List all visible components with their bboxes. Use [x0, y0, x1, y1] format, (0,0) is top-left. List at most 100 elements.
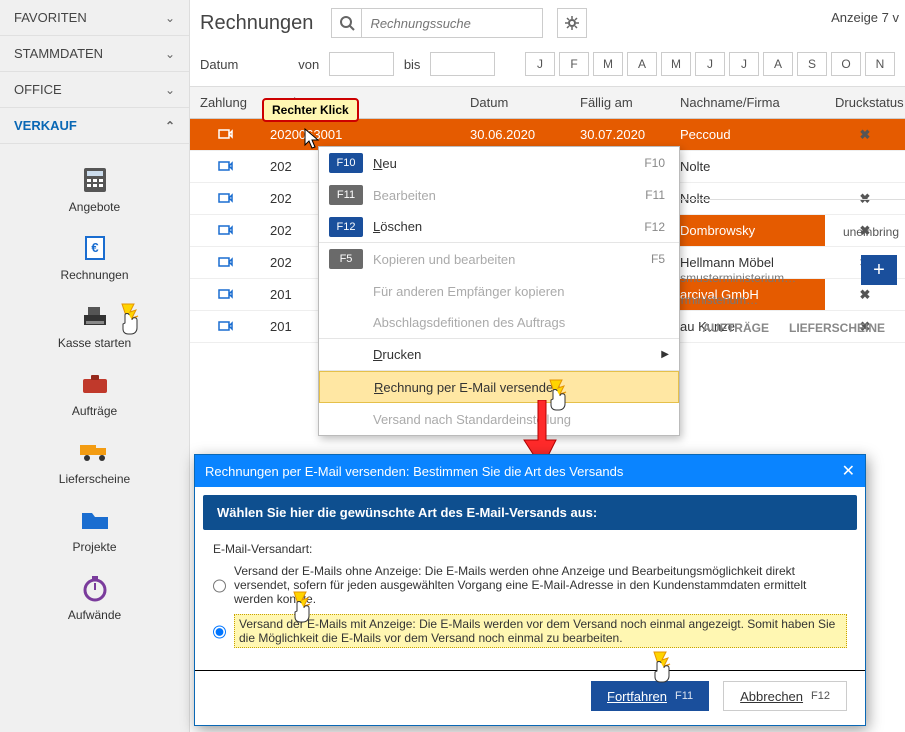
context-menu: F10NeuF10F11BearbeitenF11F12LöschenF12F5… [318, 146, 680, 436]
chevron-down-icon: ⌄ [165, 83, 175, 97]
nav-stammdaten[interactable]: STAMMDATEN ⌄ [0, 36, 189, 72]
close-icon[interactable]: ✕ [842, 461, 855, 481]
payment-status-icon [190, 312, 260, 342]
pointer-hand-icon [118, 302, 152, 340]
tab-auftraege[interactable]: AUFTRÄGE [702, 321, 769, 335]
radio-mit-anzeige[interactable] [213, 616, 226, 648]
cash-register-icon [75, 300, 115, 332]
uneinbring-label: uneinbring [843, 225, 899, 239]
search-input[interactable] [362, 9, 542, 37]
tab-lieferscheine[interactable]: LIEFERSCHEINE [789, 321, 885, 335]
th-nachname[interactable]: Nachname/Firma [670, 87, 825, 118]
cell-name: Peccoud [670, 119, 825, 150]
ctx-item[interactable]: F12 Löschen F12 [319, 211, 679, 243]
cursor-arrow-icon [304, 128, 322, 150]
ctx-item: Für anderen Empfänger kopieren [319, 275, 679, 307]
ctx-item: F5 Kopieren und bearbeiten F5 [319, 243, 679, 275]
tooltip-rechter-klick: Rechter Klick [262, 98, 359, 122]
tile-label: Aufträge [72, 404, 117, 418]
cell-name: Nolte [670, 151, 825, 182]
dialog-title-text: Rechnungen per E-Mail versenden: Bestimm… [205, 464, 623, 479]
tile-kasse[interactable]: Kasse starten [0, 290, 189, 358]
ctx-label: Versand nach Standardeinstellung [373, 412, 669, 427]
search-box [331, 8, 543, 38]
nav-favoriten[interactable]: FAVORITEN ⌄ [0, 0, 189, 36]
radio-ohne-anzeige[interactable] [213, 566, 226, 606]
nav-office[interactable]: OFFICE ⌄ [0, 72, 189, 108]
key-badge: F10 [329, 153, 363, 173]
ctx-label: Bearbeiten [373, 188, 635, 203]
stopwatch-icon [75, 572, 115, 604]
month-btn[interactable]: O [831, 52, 861, 76]
ctx-shortcut: F12 [644, 220, 665, 234]
nav-label: VERKAUF [14, 118, 77, 133]
ctx-item[interactable]: Drucken▶ [319, 339, 679, 371]
nav-label: FAVORITEN [14, 10, 87, 25]
add-button[interactable]: + [861, 255, 897, 285]
verkauf-tiles: Angebote € Rechnungen Kasse starten Auft… [0, 144, 189, 640]
truck-icon [75, 436, 115, 468]
abbrechen-button[interactable]: Abbrechen F12 [723, 681, 847, 711]
filter-row: Datum von bis J F M A M J J A S O N [190, 46, 905, 86]
th-druckstatus[interactable]: Druckstatus [825, 87, 905, 118]
month-btn[interactable]: F [559, 52, 589, 76]
payment-status-icon [190, 216, 260, 246]
filter-von-label: von [298, 57, 319, 72]
tile-label: Lieferscheine [59, 472, 130, 486]
tile-angebote[interactable]: Angebote [0, 154, 189, 222]
ctx-item[interactable]: F10NeuF10 [319, 147, 679, 179]
ctx-item[interactable]: Rechnung per E-Mail versenden [319, 371, 679, 403]
th-datum[interactable]: Datum [460, 87, 570, 118]
tile-label: Projekte [72, 540, 116, 554]
payment-status-icon [190, 248, 260, 278]
pointer-hand-icon [546, 378, 580, 416]
search-icon[interactable] [332, 9, 362, 37]
option-label: Versand der E-Mails ohne Anzeige: Die E-… [234, 564, 847, 606]
ctx-label: Löschen [373, 219, 634, 234]
settings-button[interactable] [557, 8, 587, 38]
key-badge: F5 [329, 249, 363, 269]
ctx-label: Neu [373, 156, 634, 171]
payment-status-icon [190, 120, 260, 150]
month-btn[interactable]: J [729, 52, 759, 76]
ctx-shortcut: F5 [651, 252, 665, 266]
month-btn[interactable]: M [661, 52, 691, 76]
cell-druckstatus: ✖ [825, 119, 905, 151]
date-from-input[interactable] [329, 52, 394, 76]
month-btn[interactable]: M [593, 52, 623, 76]
ctx-label: Für anderen Empfänger kopieren [373, 284, 669, 299]
tile-label: Aufwände [68, 608, 121, 622]
th-zahlung[interactable]: Zahlung [190, 87, 260, 118]
month-btn[interactable]: S [797, 52, 827, 76]
chevron-down-icon: ⌄ [165, 11, 175, 25]
month-btn[interactable]: A [627, 52, 657, 76]
ctx-label: Rechnung per E-Mail versenden [374, 380, 668, 395]
folder-icon [75, 504, 115, 536]
ctx-item: Abschlagsdefitionen des Auftrags [319, 307, 679, 339]
tile-auftraege[interactable]: Aufträge [0, 358, 189, 426]
date-to-input[interactable] [430, 52, 495, 76]
month-btn[interactable]: J [695, 52, 725, 76]
sidebar: FAVORITEN ⌄ STAMMDATEN ⌄ OFFICE ⌄ VERKAU… [0, 0, 190, 732]
tile-projekte[interactable]: Projekte [0, 494, 189, 562]
nav-verkauf[interactable]: VERKAUF ⌃ [0, 108, 189, 144]
payment-status-icon [190, 152, 260, 182]
month-btn[interactable]: J [525, 52, 555, 76]
nav-label: STAMMDATEN [14, 46, 103, 61]
ctx-shortcut: F11 [645, 188, 665, 202]
dialog-titlebar: Rechnungen per E-Mail versenden: Bestimm… [195, 455, 865, 487]
briefcase-icon [75, 368, 115, 400]
pointer-hand-icon [290, 590, 322, 626]
tile-lieferscheine[interactable]: Lieferscheine [0, 426, 189, 494]
tile-aufwaende[interactable]: Aufwände [0, 562, 189, 630]
ctx-label: Kopieren und bearbeiten [373, 252, 641, 267]
dialog-subtitle: Wählen Sie hier die gewünschte Art des E… [203, 495, 857, 530]
month-btn[interactable]: A [763, 52, 793, 76]
month-btn[interactable]: N [865, 52, 895, 76]
tile-rechnungen[interactable]: € Rechnungen [0, 222, 189, 290]
th-faellig[interactable]: Fällig am [570, 87, 670, 118]
page-title: Rechnungen [200, 12, 313, 35]
nav-label: OFFICE [14, 82, 62, 97]
chevron-down-icon: ⌄ [165, 47, 175, 61]
key-badge: F12 [329, 217, 363, 237]
